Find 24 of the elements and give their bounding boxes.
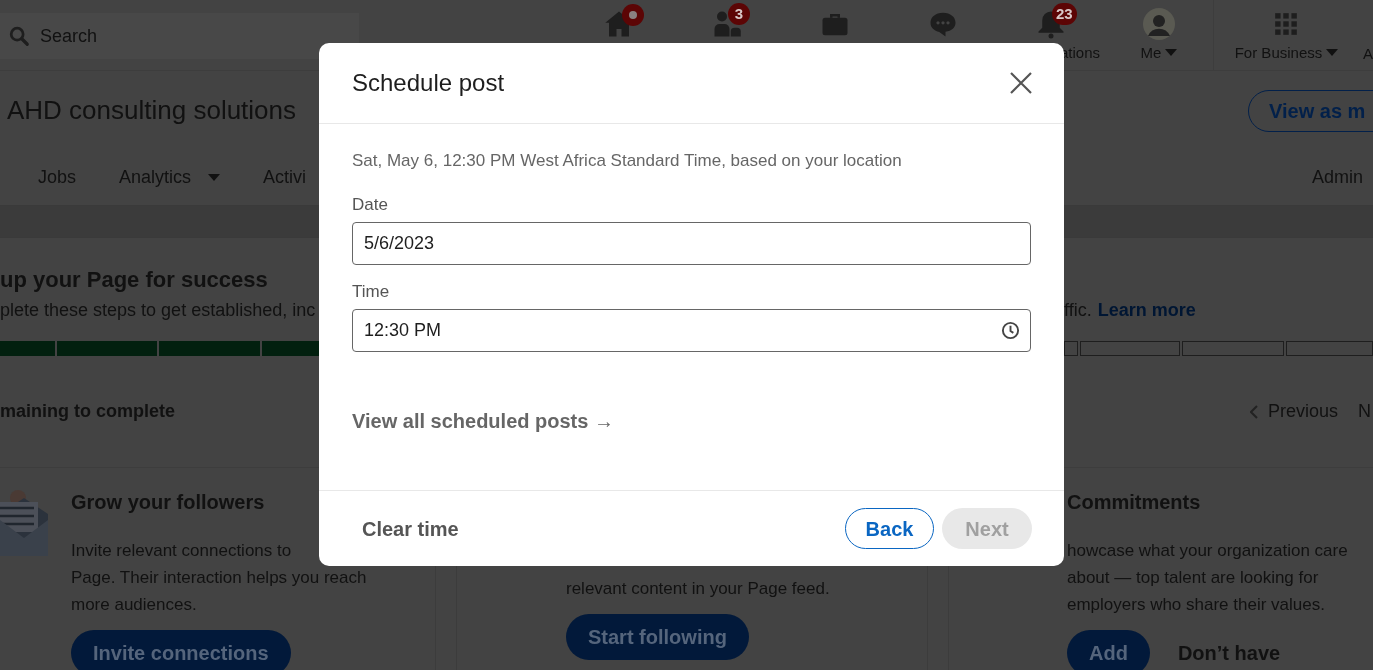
notification-badge: 23 (1052, 3, 1077, 25)
learn-more-link[interactable]: Learn more (1097, 297, 1196, 321)
card-action-button[interactable]: Start following (566, 614, 749, 660)
avatar-icon (1143, 8, 1175, 40)
timezone-info: Sat, May 6, 12:30 PM West Africa Standard Time, based on your location (352, 150, 903, 172)
people-icon (712, 9, 742, 39)
field-label: Time (352, 280, 391, 303)
search-field[interactable]: Search (0, 13, 359, 59)
clear-time-button[interactable]: Clear time (346, 508, 475, 549)
search-icon (8, 25, 30, 47)
people-nav-item[interactable]: 3 (673, 0, 781, 70)
close-icon (1009, 71, 1033, 95)
time-field[interactable]: 12:30 PM (352, 308, 1031, 352)
dialog-title: Schedule post (352, 68, 505, 98)
scheduled-posts-link[interactable]: View all scheduled posts → (352, 405, 614, 436)
chevron-left-icon (1249, 403, 1258, 420)
card-action-button[interactable]: Add (1067, 630, 1150, 670)
clock-icon (1001, 320, 1020, 340)
grid-icon (1273, 11, 1300, 37)
close-button[interactable] (1008, 70, 1034, 96)
card-action-button[interactable]: Invite connections (71, 630, 291, 670)
notification-badge: 3 (728, 3, 750, 25)
date-field[interactable]: 5/6/2023 (352, 221, 1031, 265)
field-label: Date (352, 193, 389, 216)
